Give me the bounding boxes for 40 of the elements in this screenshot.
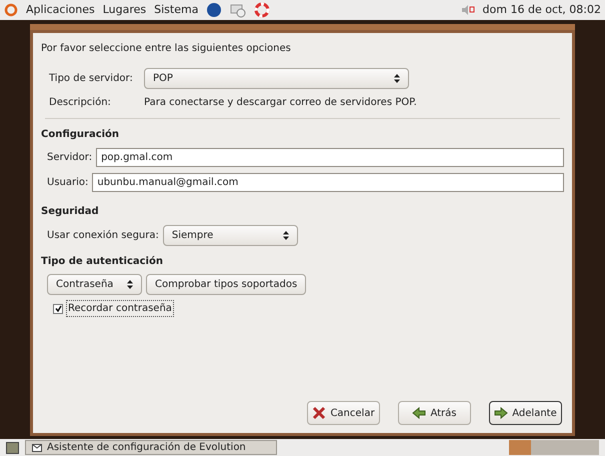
x-icon: [312, 406, 326, 420]
description-text: Para conectarse y descargar correo de servidores POP.: [144, 96, 417, 110]
wizard-button[interactable]: Cancelar: [307, 401, 380, 425]
server-type-dropdown[interactable]: POP: [144, 68, 409, 89]
section-title: Configuración: [41, 128, 120, 142]
section-title: Seguridad: [41, 205, 100, 219]
updown-icon: [282, 231, 289, 240]
mail-clock-icon[interactable]: [230, 2, 246, 18]
menu-item[interactable]: Aplicaciones: [26, 2, 95, 18]
auth-type-dropdown[interactable]: Contraseña: [47, 274, 142, 295]
check-types-button[interactable]: Comprobar tipos soportados: [146, 274, 306, 295]
menu-item[interactable]: Lugares: [102, 2, 146, 18]
field-label: Usuario:: [47, 176, 88, 190]
wizard-button[interactable]: Adelante: [489, 401, 562, 425]
workspace-switcher[interactable]: [509, 440, 599, 455]
updown-icon: [127, 280, 133, 289]
right-arrow-icon: [494, 407, 508, 419]
taskbar-window-button[interactable]: Asistente de configuración de Evolution: [25, 440, 277, 455]
field-label: Servidor:: [47, 151, 92, 165]
left-arrow-icon: [412, 407, 426, 419]
desktop-icon[interactable]: [6, 442, 19, 454]
text-field[interactable]: ubunbu.manual@gmail.com: [92, 173, 564, 192]
wizard-button[interactable]: Atrás: [398, 401, 471, 425]
section-title: Tipo de autenticación: [41, 255, 164, 269]
envelope-icon: [32, 444, 42, 452]
secure-connection-dropdown[interactable]: Siempre: [162, 225, 298, 246]
logo-icon: [4, 3, 18, 17]
lifebuoy-icon[interactable]: [254, 2, 270, 18]
clock[interactable]: dom 16 de oct, 08:02: [482, 2, 601, 18]
field-label: Usar conexión segura:: [47, 229, 159, 243]
updown-icon: [394, 74, 400, 83]
checkbox-label[interactable]: Recordar contraseña: [66, 300, 174, 317]
checkbox[interactable]: [53, 304, 63, 314]
menu-item[interactable]: Sistema: [154, 2, 198, 18]
field-label: Descripción:: [49, 96, 112, 110]
text-field[interactable]: pop.gmal.com: [96, 148, 564, 167]
speaker-icon[interactable]: [460, 4, 475, 16]
field-label: Tipo de servidor:: [49, 72, 134, 86]
intro-text: Por favor seleccione entre las siguientes opciones: [41, 42, 292, 56]
globe-icon[interactable]: [206, 2, 222, 18]
